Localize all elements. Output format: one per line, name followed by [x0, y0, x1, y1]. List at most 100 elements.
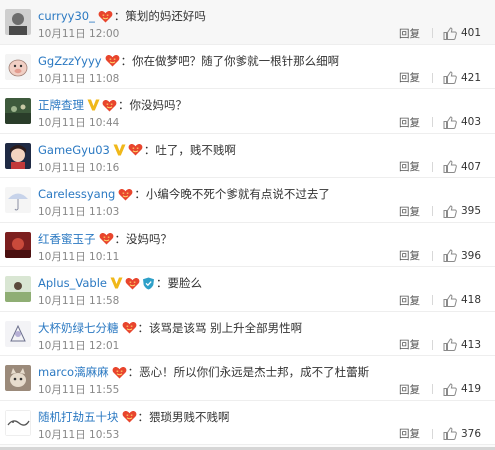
like-count: 401 [460, 27, 481, 39]
vip-icon [87, 99, 100, 111]
action-divider [431, 117, 433, 127]
reply-button[interactable]: 回复 [399, 26, 420, 41]
avatar[interactable] [5, 365, 31, 391]
avatar[interactable] [5, 53, 31, 80]
comment-actions: 回复 421 [399, 70, 481, 86]
comment-time: 10月11日 10:11 [38, 250, 120, 263]
like-count: 418 [460, 294, 481, 306]
like-button[interactable]: 421 [443, 71, 481, 84]
comment-row: Aplus_Vable ： 要脸么 10月11日 11:58 回复 418 [0, 267, 495, 312]
username-link[interactable]: 随机打劫五十块 [38, 409, 119, 425]
like-count: 413 [460, 338, 481, 351]
thumbs-up-icon [443, 338, 457, 351]
avatar[interactable] [5, 320, 31, 347]
thumbs-up-icon [443, 71, 457, 84]
comment-text: 你在做梦吧？随了你爹就一根针那么细啊 [132, 53, 340, 68]
thumbs-up-icon [443, 115, 457, 129]
comment-row: 正牌查理 ： 你没妈吗？ 10月11日 10:44 回复 403 [0, 89, 495, 134]
like-button[interactable]: 407 [443, 160, 481, 173]
comment-header: marco漓麻麻 ： 恶心！所以你们永远是杰士邦，成不了杜蕾斯 [38, 364, 487, 380]
reply-button[interactable]: 回复 [399, 337, 420, 352]
comment-row: 随机打劫五十块 ： 猥琐男贱不贱啊 10月11日 10:53 回复 376 [0, 400, 495, 445]
heart-badge-icon [102, 99, 117, 111]
comment-actions: 回复 401 [399, 25, 481, 41]
reply-button[interactable]: 回复 [399, 204, 420, 219]
thumbs-up-icon [443, 204, 457, 218]
comment-row: marco漓麻麻 ： 恶心！所以你们永远是杰士邦，成不了杜蕾斯 10月11日 1… [0, 356, 495, 401]
avatar[interactable] [5, 142, 31, 169]
comment-text: 策划的妈还好吗 [125, 9, 206, 23]
heart-badge-icon [112, 366, 126, 378]
like-button[interactable]: 413 [443, 338, 481, 351]
comment-header: 红香蜜玉子 ： 没妈吗？ [38, 231, 487, 247]
action-divider [431, 28, 433, 38]
colon-separator: ： [118, 98, 130, 112]
like-button[interactable]: 403 [443, 115, 481, 129]
comment-header: 正牌查理 ： 你没妈吗？ [38, 97, 487, 113]
user-badges [121, 410, 138, 423]
colon-separator: ： [137, 409, 150, 424]
like-button[interactable]: 419 [443, 382, 481, 396]
comment-row: Carelessyang ： 小编今晚不死个爹就有点说不过去了 10月11日 1… [0, 178, 495, 223]
username-link[interactable]: Aplus_Vable [38, 275, 107, 291]
username-link[interactable]: curryy30_ [38, 8, 95, 24]
comment-actions: 回复 418 [399, 292, 481, 308]
comment-actions: 回复 413 [399, 337, 481, 353]
heart-badge-icon [99, 233, 113, 245]
thumbs-up-icon [443, 160, 457, 173]
avatar[interactable] [5, 98, 31, 124]
heart-badge-icon [98, 10, 113, 22]
comment-actions: 回复 419 [399, 381, 481, 397]
comment-text: 恶心！所以你们永远是杰士邦，成不了杜蕾斯 [139, 365, 370, 379]
colon-separator: ： [113, 9, 126, 23]
username-link[interactable]: GameGyu03 [38, 142, 110, 158]
comment-row: 红香蜜玉子 ： 没妈吗？ 10月11日 10:11 回复 396 [0, 222, 495, 267]
like-count: 421 [460, 71, 481, 84]
comment-actions: 回复 407 [399, 159, 481, 175]
like-button[interactable]: 395 [443, 204, 481, 218]
comment-actions: 回复 396 [399, 248, 481, 264]
avatar[interactable] [5, 9, 31, 35]
heart-badge-icon [122, 322, 136, 334]
username-link[interactable]: GgZzzYyyy [38, 53, 102, 69]
action-divider [431, 206, 433, 216]
reply-button[interactable]: 回复 [399, 426, 420, 441]
username-link[interactable]: marco漓麻麻 [38, 364, 109, 380]
username-link[interactable]: 大杯奶绿七分糖 [38, 320, 119, 336]
avatar[interactable] [5, 276, 31, 302]
comment-row: curryy30_ ： 策划的妈还好吗 10月11日 12:00 回复 401 [0, 0, 495, 45]
colon-separator: ： [127, 365, 140, 379]
reply-button[interactable]: 回复 [399, 159, 420, 174]
comment-time: 10月11日 10:44 [38, 117, 120, 129]
like-button[interactable]: 376 [443, 427, 481, 440]
username-link[interactable]: 红香蜜玉子 [38, 231, 96, 247]
like-button[interactable]: 396 [443, 249, 481, 262]
action-divider [431, 250, 433, 261]
reply-button[interactable]: 回复 [399, 115, 420, 130]
like-button[interactable]: 401 [443, 26, 481, 40]
reply-button[interactable]: 回复 [399, 248, 420, 263]
user-badges [117, 188, 134, 201]
comment-time: 10月11日 11:03 [38, 206, 120, 218]
like-count: 407 [460, 160, 481, 173]
user-badges [97, 10, 114, 23]
like-count: 403 [460, 116, 481, 128]
username-link[interactable]: 正牌查理 [38, 97, 84, 113]
avatar[interactable] [5, 409, 31, 436]
comment-text: 该骂是该骂 别上升全部男性啊 [149, 320, 303, 335]
comment-time: 10月11日 12:00 [38, 28, 120, 40]
colon-separator: ： [114, 231, 127, 246]
action-divider [431, 72, 433, 83]
comment-time: 10月11日 10:53 [38, 428, 120, 441]
action-divider [431, 295, 433, 305]
vip-icon [110, 277, 123, 289]
comment-actions: 回复 376 [399, 426, 481, 442]
comment-text: 没妈吗？ [126, 231, 172, 246]
reply-button[interactable]: 回复 [399, 293, 420, 308]
reply-button[interactable]: 回复 [399, 382, 420, 397]
avatar[interactable] [5, 187, 31, 213]
avatar[interactable] [5, 231, 31, 258]
reply-button[interactable]: 回复 [399, 70, 420, 85]
like-button[interactable]: 418 [443, 293, 481, 307]
username-link[interactable]: Carelessyang [38, 186, 115, 202]
